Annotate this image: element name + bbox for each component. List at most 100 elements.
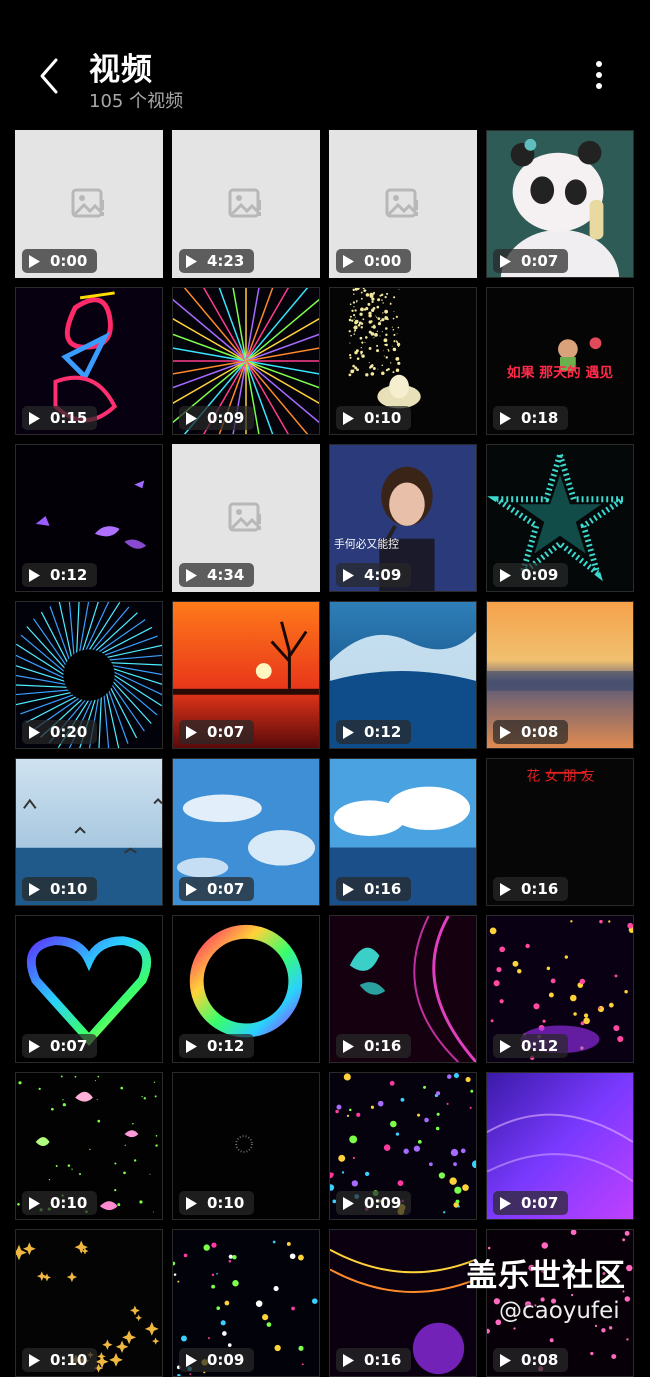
video-thumbnail[interactable]: 0:10 xyxy=(15,758,163,906)
duration-label: 0:07 xyxy=(207,723,245,741)
video-thumbnail[interactable]: 如果 那天的 遇见 0:18 xyxy=(486,287,634,435)
play-icon xyxy=(29,882,40,896)
duration-label: 0:16 xyxy=(521,880,559,898)
broken-image-icon xyxy=(228,188,261,218)
play-icon xyxy=(186,1039,197,1053)
video-thumbnail[interactable]: 0:00 xyxy=(329,130,477,278)
duration-badge: 0:00 xyxy=(336,249,412,273)
duration-badge: 0:16 xyxy=(336,1348,412,1372)
duration-label: 0:18 xyxy=(521,409,559,427)
duration-label: 4:34 xyxy=(207,566,245,584)
play-icon xyxy=(343,882,354,896)
duration-label: 0:07 xyxy=(521,252,559,270)
duration-label: 0:16 xyxy=(364,880,402,898)
duration-badge: 0:10 xyxy=(22,877,98,901)
video-thumbnail[interactable]: 0:07 xyxy=(15,915,163,1063)
duration-label: 0:08 xyxy=(521,1351,559,1369)
duration-badge: 0:20 xyxy=(22,720,98,744)
video-thumbnail[interactable]: 0:09 xyxy=(486,444,634,592)
video-thumbnail[interactable]: 0:07 xyxy=(486,130,634,278)
play-icon xyxy=(343,568,354,582)
duration-label: 0:15 xyxy=(50,409,88,427)
video-thumbnail[interactable]: 0:08 xyxy=(486,601,634,749)
svg-text:花 女 朋 友: 花 女 朋 友 xyxy=(526,768,595,785)
play-icon xyxy=(343,725,354,739)
play-icon xyxy=(500,1196,511,1210)
back-chevron-icon[interactable] xyxy=(30,52,70,100)
duration-badge: 0:09 xyxy=(493,563,569,587)
duration-badge: 0:08 xyxy=(493,720,569,744)
video-thumbnail[interactable]: 0:20 xyxy=(15,601,163,749)
duration-label: 0:09 xyxy=(521,566,559,584)
video-thumbnail[interactable]: 0:09 xyxy=(172,287,320,435)
video-thumbnail[interactable]: 0:07 xyxy=(486,1072,634,1220)
video-thumbnail[interactable]: 0:12 xyxy=(15,444,163,592)
play-icon xyxy=(500,568,511,582)
play-icon xyxy=(343,254,354,268)
duration-badge: 0:07 xyxy=(22,1034,98,1058)
duration-label: 0:09 xyxy=(207,1351,245,1369)
duration-label: 0:10 xyxy=(50,880,88,898)
video-thumbnail[interactable]: 0:09 xyxy=(172,1229,320,1377)
video-thumbnail[interactable]: 0:12 xyxy=(172,915,320,1063)
video-thumbnail[interactable]: 0:16 xyxy=(329,915,477,1063)
duration-badge: 0:09 xyxy=(336,1191,412,1215)
video-thumbnail[interactable]: 0:00 xyxy=(15,130,163,278)
broken-image-icon xyxy=(228,502,261,532)
video-thumbnail[interactable]: 0:12 xyxy=(329,601,477,749)
play-icon xyxy=(186,725,197,739)
play-icon xyxy=(29,254,40,268)
duration-badge: 0:09 xyxy=(179,1348,255,1372)
play-icon xyxy=(343,1039,354,1053)
video-thumbnail[interactable]: 0:16 xyxy=(329,758,477,906)
duration-label: 0:10 xyxy=(50,1194,88,1212)
play-icon xyxy=(186,1353,197,1367)
duration-label: 0:16 xyxy=(364,1351,402,1369)
video-thumbnail[interactable]: 手何必又能控 4:09 xyxy=(329,444,477,592)
duration-badge: 0:10 xyxy=(179,1191,255,1215)
video-thumbnail[interactable]: 0:09 xyxy=(329,1072,477,1220)
video-thumbnail[interactable]: 0:10 xyxy=(15,1229,163,1377)
more-options-icon[interactable] xyxy=(584,58,614,94)
play-icon xyxy=(29,725,40,739)
broken-image-icon xyxy=(385,188,418,218)
play-icon xyxy=(29,1196,40,1210)
video-thumbnail[interactable]: 4:34 xyxy=(172,444,320,592)
video-thumbnail[interactable]: 花 女 朋 友 0:16 xyxy=(486,758,634,906)
video-thumbnail[interactable]: 0:07 xyxy=(172,758,320,906)
duration-badge: 0:07 xyxy=(179,877,255,901)
duration-badge: 0:15 xyxy=(22,406,98,430)
duration-label: 0:12 xyxy=(521,1037,559,1055)
duration-badge: 0:10 xyxy=(22,1191,98,1215)
video-thumbnail[interactable]: 0:10 xyxy=(329,287,477,435)
video-count: 105 个视频 xyxy=(89,91,184,112)
duration-label: 0:07 xyxy=(50,1037,88,1055)
video-thumbnail[interactable]: 0:10 xyxy=(15,1072,163,1220)
duration-label: 0:09 xyxy=(207,409,245,427)
duration-badge: 0:07 xyxy=(493,249,569,273)
svg-text:如果 那天的 遇见: 如果 那天的 遇见 xyxy=(507,364,613,381)
video-thumbnail[interactable]: 0:16 xyxy=(329,1229,477,1377)
video-thumbnail[interactable]: 0:07 xyxy=(172,601,320,749)
duration-label: 4:09 xyxy=(364,566,402,584)
duration-badge: 0:12 xyxy=(22,563,98,587)
duration-badge: 0:16 xyxy=(336,877,412,901)
duration-label: 0:16 xyxy=(364,1037,402,1055)
duration-badge: 0:18 xyxy=(493,406,569,430)
play-icon xyxy=(500,1039,511,1053)
video-thumbnail[interactable]: 0:10 xyxy=(172,1072,320,1220)
page-title: 视频 xyxy=(89,52,153,88)
play-icon xyxy=(343,1196,354,1210)
duration-label: 0:00 xyxy=(50,252,88,270)
duration-badge: 0:16 xyxy=(336,1034,412,1058)
duration-badge: 0:12 xyxy=(179,1034,255,1058)
duration-badge: 0:12 xyxy=(493,1034,569,1058)
video-thumbnail[interactable]: 0:12 xyxy=(486,915,634,1063)
play-icon xyxy=(500,1353,511,1367)
video-grid: 0:00 4:23 0:00 0:07 0:15 0:09 0:10 如果 那天的 遇见 0… xyxy=(15,130,635,1377)
duration-label: 0:08 xyxy=(521,723,559,741)
duration-badge: 4:34 xyxy=(179,563,255,587)
video-thumbnail[interactable]: 0:15 xyxy=(15,287,163,435)
duration-label: 0:10 xyxy=(50,1351,88,1369)
video-thumbnail[interactable]: 4:23 xyxy=(172,130,320,278)
